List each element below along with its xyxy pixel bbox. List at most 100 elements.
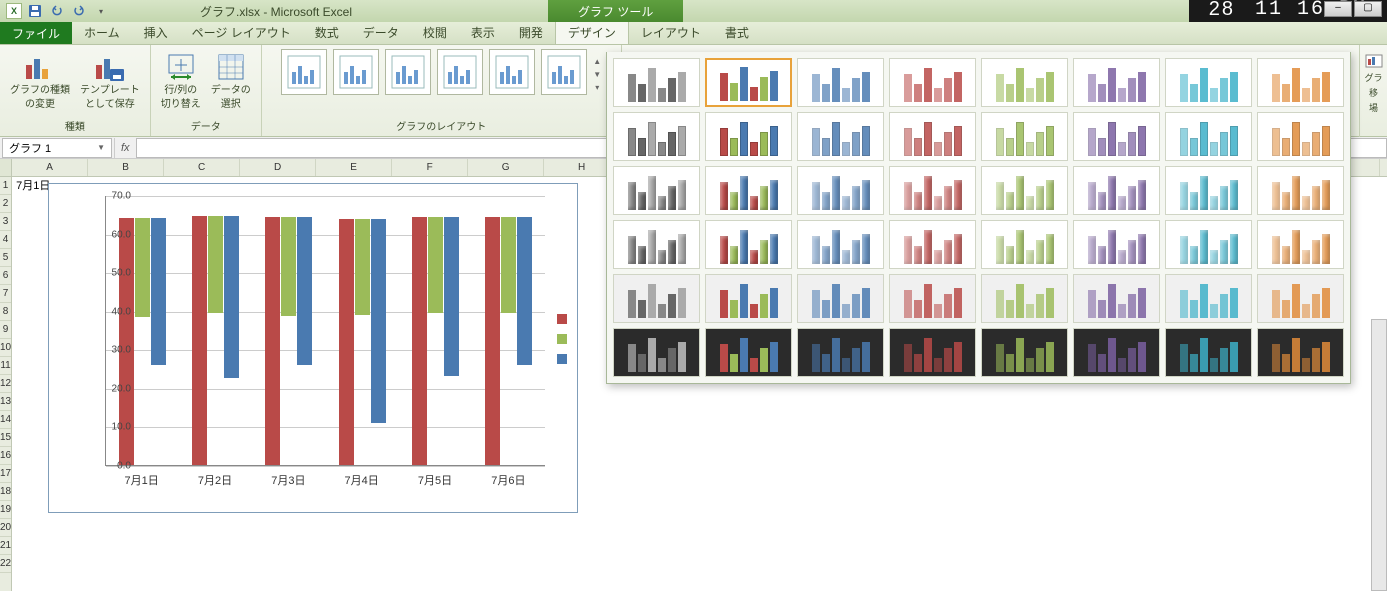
chart-style-41[interactable] xyxy=(613,328,700,377)
col-header-B[interactable]: B xyxy=(88,159,164,176)
minimize-button[interactable]: – xyxy=(1324,1,1352,17)
chart-style-42[interactable] xyxy=(705,328,792,377)
chart-style-37[interactable] xyxy=(981,274,1068,323)
tab-表示[interactable]: 表示 xyxy=(459,20,507,44)
tab-データ[interactable]: データ xyxy=(351,20,411,44)
fx-icon[interactable]: fx xyxy=(121,142,130,154)
row-header-9[interactable]: 9 xyxy=(0,321,11,339)
tab-ページ レイアウト[interactable]: ページ レイアウト xyxy=(180,20,303,44)
tab-デザイン[interactable]: デザイン xyxy=(555,19,629,44)
chart-style-47[interactable] xyxy=(1165,328,1252,377)
chart-layout-3[interactable] xyxy=(385,49,431,95)
chart-style-39[interactable] xyxy=(1165,274,1252,323)
chart-style-1[interactable] xyxy=(613,58,700,107)
row-header-7[interactable]: 7 xyxy=(0,285,11,303)
col-header-A[interactable]: A xyxy=(12,159,88,176)
chart-layout-2[interactable] xyxy=(333,49,379,95)
chart-style-10[interactable] xyxy=(705,112,792,161)
layout-scroll-down[interactable]: ▼ xyxy=(593,70,601,79)
plot-area[interactable] xyxy=(105,196,545,466)
legend-swatch[interactable] xyxy=(557,334,567,344)
row-header-3[interactable]: 3 xyxy=(0,213,11,231)
chart-style-4[interactable] xyxy=(889,58,976,107)
tab-file[interactable]: ファイル xyxy=(0,21,72,44)
row-header-13[interactable]: 13 xyxy=(0,393,11,411)
chart-style-48[interactable] xyxy=(1257,328,1344,377)
chart-style-16[interactable] xyxy=(1257,112,1344,161)
chart-style-30[interactable] xyxy=(1073,220,1160,269)
row-header-21[interactable]: 21 xyxy=(0,537,11,555)
chart-style-18[interactable] xyxy=(705,166,792,215)
maximize-button[interactable]: ▢ xyxy=(1354,1,1382,17)
chart-legend[interactable] xyxy=(557,314,567,364)
save-template-button[interactable]: テンプレートとして保存 xyxy=(78,49,142,113)
row-header-20[interactable]: 20 xyxy=(0,519,11,537)
chart-style-40[interactable] xyxy=(1257,274,1344,323)
col-header-E[interactable]: E xyxy=(316,159,392,176)
tab-開発[interactable]: 開発 xyxy=(507,20,555,44)
col-header-D[interactable]: D xyxy=(240,159,316,176)
chart-layout-6[interactable] xyxy=(541,49,587,95)
row-header-8[interactable]: 8 xyxy=(0,303,11,321)
row-header-19[interactable]: 19 xyxy=(0,501,11,519)
chart-style-2[interactable] xyxy=(705,58,792,107)
tab-校閲[interactable]: 校閲 xyxy=(411,20,459,44)
legend-swatch[interactable] xyxy=(557,354,567,364)
row-header-10[interactable]: 10 xyxy=(0,339,11,357)
chart-style-21[interactable] xyxy=(981,166,1068,215)
chart-style-46[interactable] xyxy=(1073,328,1160,377)
tab-数式[interactable]: 数式 xyxy=(303,20,351,44)
vertical-scrollbar[interactable] xyxy=(1371,319,1387,591)
chart-style-9[interactable] xyxy=(613,112,700,161)
legend-swatch[interactable] xyxy=(557,314,567,324)
row-header-15[interactable]: 15 xyxy=(0,429,11,447)
tab-ホーム[interactable]: ホーム xyxy=(72,20,132,44)
chart-style-8[interactable] xyxy=(1257,58,1344,107)
row-header-11[interactable]: 11 xyxy=(0,357,11,375)
embedded-chart[interactable]: 0.010.020.030.040.050.060.070.07月1日7月2日7… xyxy=(48,183,578,513)
col-header-F[interactable]: F xyxy=(392,159,468,176)
tab-挿入[interactable]: 挿入 xyxy=(132,20,180,44)
select-data-button[interactable]: データの選択 xyxy=(209,49,253,113)
chart-style-44[interactable] xyxy=(889,328,976,377)
chart-style-25[interactable] xyxy=(613,220,700,269)
switch-row-col-button[interactable]: 行/列の切り替え xyxy=(159,49,203,113)
chart-style-20[interactable] xyxy=(889,166,976,215)
chart-style-34[interactable] xyxy=(705,274,792,323)
chart-layout-4[interactable] xyxy=(437,49,483,95)
chart-style-27[interactable] xyxy=(797,220,884,269)
col-header-G[interactable]: G xyxy=(468,159,544,176)
col-header-S[interactable]: S xyxy=(1380,159,1387,176)
row-header-2[interactable]: 2 xyxy=(0,195,11,213)
chart-style-13[interactable] xyxy=(981,112,1068,161)
chart-style-7[interactable] xyxy=(1165,58,1252,107)
chart-layout-1[interactable] xyxy=(281,49,327,95)
chart-style-5[interactable] xyxy=(981,58,1068,107)
chart-style-38[interactable] xyxy=(1073,274,1160,323)
row-header-16[interactable]: 16 xyxy=(0,447,11,465)
chart-style-15[interactable] xyxy=(1165,112,1252,161)
chart-style-45[interactable] xyxy=(981,328,1068,377)
chart-style-31[interactable] xyxy=(1165,220,1252,269)
change-chart-type-button[interactable]: グラフの種類の変更 xyxy=(8,49,72,113)
chart-style-35[interactable] xyxy=(797,274,884,323)
chart-style-6[interactable] xyxy=(1073,58,1160,107)
chart-style-29[interactable] xyxy=(981,220,1068,269)
chart-style-33[interactable] xyxy=(613,274,700,323)
row-header-4[interactable]: 4 xyxy=(0,231,11,249)
layout-more[interactable]: ▾ xyxy=(595,83,599,92)
chart-style-14[interactable] xyxy=(1073,112,1160,161)
name-box[interactable]: グラフ 1▼ xyxy=(2,138,112,158)
chart-style-11[interactable] xyxy=(797,112,884,161)
chart-style-12[interactable] xyxy=(889,112,976,161)
layout-scroll-up[interactable]: ▲ xyxy=(593,57,601,66)
row-header-14[interactable]: 14 xyxy=(0,411,11,429)
undo-button[interactable] xyxy=(48,2,66,20)
row-header-22[interactable]: 22 xyxy=(0,555,11,573)
select-all-corner[interactable] xyxy=(0,159,11,177)
save-button[interactable] xyxy=(26,2,44,20)
row-header-6[interactable]: 6 xyxy=(0,267,11,285)
redo-button[interactable] xyxy=(70,2,88,20)
chart-style-19[interactable] xyxy=(797,166,884,215)
chart-style-26[interactable] xyxy=(705,220,792,269)
